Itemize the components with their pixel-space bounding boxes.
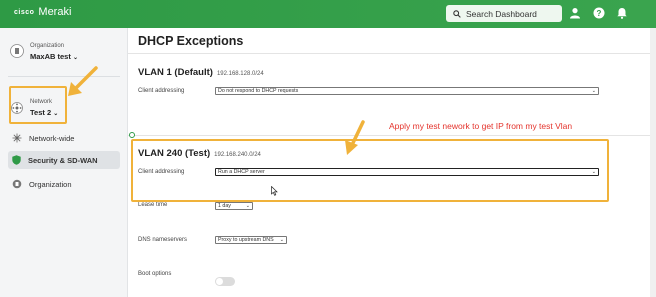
sidebar-item-network-wide[interactable]: Network-wide — [8, 129, 120, 147]
search-input[interactable]: Search Dashboard — [446, 5, 562, 22]
annotation-arrow-network — [68, 66, 98, 96]
lease-time-select[interactable]: 1 day ⌄ — [215, 202, 253, 210]
organization-icon — [12, 179, 22, 189]
vlan1-title: VLAN 1 (Default) 192.168.128.0/24 — [138, 67, 264, 78]
network-highlight-box — [9, 86, 67, 124]
organization-value: MaxAB test ⌄ — [30, 52, 78, 61]
organization-label: Organization — [30, 43, 65, 49]
annotation-arrow-vlan — [345, 120, 365, 155]
dns-nameservers-label: DNS nameservers — [138, 237, 188, 243]
scrollbar[interactable] — [650, 28, 656, 297]
chevron-down-icon: ⌄ — [72, 55, 78, 61]
dns-nameservers-select[interactable]: Proxy to upstream DNS ⌄ — [215, 236, 287, 244]
network-icon — [12, 133, 22, 143]
vlan1-client-addressing-select[interactable]: Do not respond to DHCP requests ⌄ — [215, 87, 599, 95]
search-placeholder: Search Dashboard — [466, 8, 537, 19]
lease-time-label: Lease time — [138, 202, 168, 208]
chevron-down-icon: ⌄ — [245, 203, 250, 209]
search-icon — [453, 9, 461, 18]
vlan1-subnet: 192.168.128.0/24 — [216, 71, 264, 77]
sidebar-item-label: Organization — [29, 179, 72, 189]
chevron-down-icon: ⌄ — [591, 88, 596, 94]
top-bar: cisco Meraki Search Dashboard ? — [0, 0, 656, 28]
organization-selector[interactable]: Organization MaxAB test ⌄ — [8, 39, 120, 65]
brand-name: Meraki — [38, 6, 72, 18]
meraki-logo[interactable]: cisco Meraki — [14, 6, 71, 18]
vlan240-highlight-box — [131, 139, 609, 202]
shield-icon — [12, 155, 21, 165]
organization-building-icon — [10, 44, 24, 58]
svg-text:?: ? — [597, 9, 602, 18]
boot-options-label: Boot options — [138, 271, 172, 277]
page-title: DHCP Exceptions — [138, 34, 244, 48]
section-divider — [128, 135, 650, 136]
sidebar-item-label: Security & SD-WAN — [28, 155, 98, 165]
sidebar-item-label: Network-wide — [29, 133, 75, 143]
user-icon[interactable] — [569, 7, 581, 19]
help-icon[interactable]: ? — [593, 7, 605, 19]
boot-options-toggle[interactable] — [215, 277, 235, 286]
cisco-wordmark: cisco — [14, 8, 35, 16]
title-divider — [128, 53, 650, 54]
sidebar-item-security-sdwan[interactable]: Security & SD-WAN — [8, 151, 120, 169]
vlan1-client-addressing-label: Client addressing — [138, 88, 185, 94]
chevron-down-icon: ⌄ — [279, 237, 284, 243]
annotation-text: Apply my test nework to get IP from my t… — [389, 121, 573, 131]
sidebar-item-organization[interactable]: Organization — [8, 175, 120, 193]
bell-icon[interactable] — [616, 7, 628, 19]
status-dot — [129, 132, 135, 138]
